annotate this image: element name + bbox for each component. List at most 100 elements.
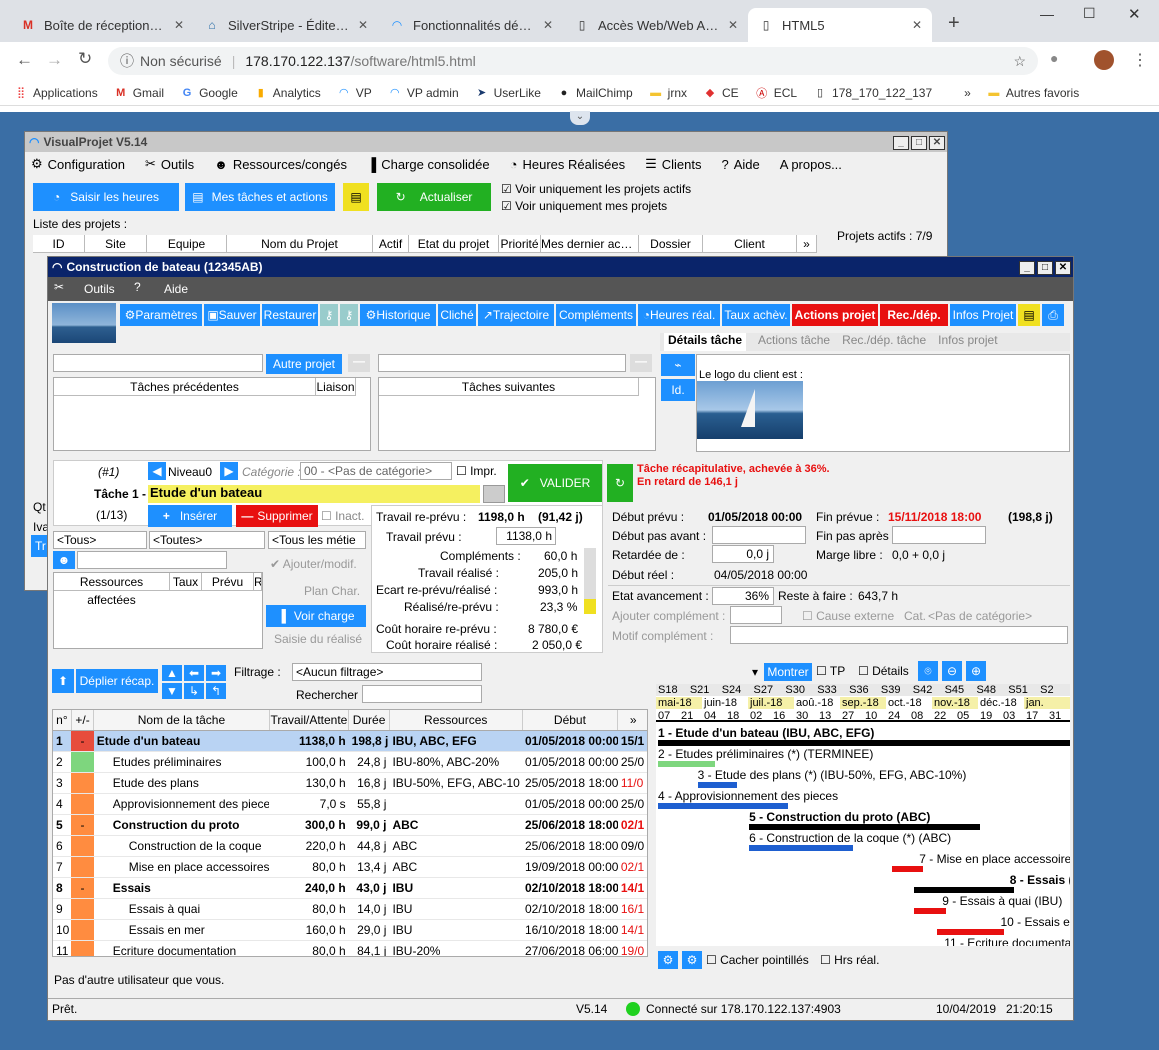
tous-select[interactable]: <Tous> — [53, 531, 147, 549]
gantt-bar[interactable] — [913, 887, 1014, 893]
task-column-header[interactable]: Ressources — [389, 710, 523, 731]
gantt-bar[interactable] — [657, 740, 1070, 746]
attach-icon[interactable]: ⌁ — [661, 354, 695, 376]
minus-icon[interactable]: — — [348, 354, 370, 372]
table-row[interactable]: 2 Etudes préliminaires 100,0 h 24,8 j IBU-80… — [53, 751, 647, 773]
avatar[interactable] — [1094, 50, 1114, 70]
gantt-bar[interactable] — [697, 782, 737, 788]
maximize-button[interactable]: □ — [1037, 261, 1053, 275]
menu-charge[interactable]: ▐ Charge consolidée — [367, 157, 490, 172]
mes-taches-button[interactable]: ▤ Mes tâches et actions — [185, 183, 335, 211]
bookmark-jrnx[interactable]: ▬ jrnx — [649, 86, 687, 100]
gantt-chart[interactable]: S18 S21 S24 S27 S30 S33 S36 S39 S42 S45 S48 S51 S2 m… — [656, 684, 1070, 946]
menu-apropos[interactable]: A propos... — [780, 157, 842, 172]
taches-precedentes-table[interactable]: Tâches précédentes Liaison — [53, 377, 371, 451]
menu-configuration[interactable]: ⚙ Configuration — [31, 156, 125, 172]
new-tab-button[interactable]: + — [948, 12, 960, 35]
forward-icon[interactable]: → — [46, 50, 63, 70]
trajectoire-button[interactable]: ↗ Trajectoire — [478, 304, 554, 326]
settings-icon[interactable]: ⚙ — [658, 951, 678, 969]
close-icon[interactable]: ✕ — [358, 18, 368, 32]
print-icon[interactable]: ⎙ — [1042, 304, 1064, 326]
tp-checkbox[interactable]: ☐ TP — [816, 664, 845, 678]
bookmark-applications[interactable]: ⣿ Applications — [14, 86, 98, 100]
bookmark-vp-admin[interactable]: ◠ VP admin — [388, 86, 459, 100]
task-table[interactable]: n° +/- Nom de la tâche Travail/Attente Durée… — [53, 710, 647, 956]
filtrage-select[interactable]: <Aucun filtrage> — [292, 663, 482, 681]
minus-icon[interactable]: — — [630, 354, 652, 372]
table-row[interactable]: 11 Ecriture documentation 80,0 h 84,1 j IBU-… — [53, 940, 647, 956]
bookmark-mailchimp[interactable]: ● MailChimp — [557, 86, 633, 100]
chk-actifs[interactable]: ☑ Voir uniquement les projets actifs — [501, 182, 691, 196]
cliche-button[interactable]: Cliché — [438, 304, 476, 326]
task-column-header[interactable]: Durée — [348, 710, 390, 731]
gantt-bar[interactable] — [657, 761, 716, 767]
table-row[interactable]: 3 Etude des plans 130,0 h 16,8 j IBU-50%, EF… — [53, 772, 647, 794]
autre-projet-button[interactable]: Autre projet — [266, 354, 342, 374]
complements-button[interactable]: Compléments — [556, 304, 636, 326]
inact-checkbox[interactable]: ☐ Inact. — [321, 509, 364, 523]
task-column-header[interactable]: n° — [53, 710, 72, 731]
col-id[interactable]: ID — [33, 235, 85, 253]
bookmarks-more[interactable]: » — [964, 86, 971, 100]
supprimer-button[interactable]: — Supprimer — [236, 505, 318, 527]
categorie-select[interactable]: 00 - <Pas de catégorie> — [300, 462, 452, 480]
gantt-bar[interactable] — [936, 929, 1005, 935]
bookmark-vp[interactable]: ◠ VP — [337, 86, 372, 100]
infos-projet-button[interactable]: Infos Projet — [950, 304, 1016, 326]
historique-button[interactable]: ⚙ Historique — [360, 304, 436, 326]
menu-ressources[interactable]: ☻ Ressources/congés — [214, 157, 347, 172]
camera-icon[interactable]: ⌾ — [918, 661, 938, 681]
table-row[interactable]: 4 Approvisionnement des pieces 7,0 s 55,8 j… — [53, 793, 647, 815]
zoom-in-icon[interactable]: ⊕ — [966, 661, 986, 681]
close-icon[interactable]: ✕ — [543, 18, 553, 32]
metiers-select[interactable]: <Tous les métie — [268, 531, 366, 549]
id-button[interactable]: Id. — [661, 379, 695, 401]
taches-suivantes-table[interactable]: Tâches suivantes — [378, 377, 656, 451]
cause-externe-checkbox[interactable]: ☐ Cause externe — [802, 609, 894, 623]
inserer-button[interactable]: + Insérer — [148, 505, 232, 527]
refresh-icon[interactable]: ↻ — [607, 464, 633, 502]
gantt-bar[interactable] — [657, 803, 788, 809]
heures-real-button[interactable]: ◔ Heures réal. — [638, 304, 720, 326]
arrow-down-icon[interactable]: ▼ — [162, 683, 182, 699]
arrow-up-icon[interactable]: ▲ — [162, 665, 182, 681]
col-priorite[interactable]: Priorité — [499, 235, 541, 253]
voir-charge-button[interactable]: ▐ Voir charge — [266, 605, 366, 627]
table-row[interactable]: 9 Essais à quai 80,0 h 14,0 j IBU 02/10/2018 … — [53, 898, 647, 920]
browser-tab-gmail[interactable]: M Boîte de réception - vis ✕ — [10, 8, 194, 42]
omnibox[interactable]: ⓘ Non sécurisé | 178.170.122.137 /softwa… — [108, 47, 1038, 75]
gantt-bar[interactable] — [892, 866, 924, 872]
resource-search[interactable] — [77, 551, 227, 569]
bookmark-analytics[interactable]: ▮ Analytics — [254, 86, 321, 100]
travail-prevu-input[interactable]: 1138,0 h — [496, 527, 556, 545]
reload-icon[interactable]: ↻ — [78, 49, 92, 69]
task-column-header[interactable]: Nom de la tâche — [93, 710, 270, 731]
user-icon[interactable]: ☻ — [53, 551, 75, 569]
successor-select[interactable] — [378, 354, 626, 372]
browser-tab-silverstripe[interactable]: ⌂ SilverStripe - Éditer la p ✕ — [194, 8, 378, 42]
close-button[interactable]: ✕ — [929, 136, 945, 150]
col-client[interactable]: Client — [703, 235, 797, 253]
col-actif[interactable]: Actif — [373, 235, 409, 253]
bookmark-ip[interactable]: ▯ 178_170_122_137 — [813, 86, 932, 100]
impr-checkbox[interactable]: ☐ Impr. — [456, 464, 497, 478]
motif-input[interactable] — [730, 626, 1068, 644]
arrow-up-icon[interactable]: ⬆ — [52, 669, 74, 693]
menu-clients[interactable]: ☰ Clients — [645, 156, 701, 172]
rec-dep-button[interactable]: Rec./dép. — [880, 304, 948, 326]
plan-char-button[interactable]: Plan Char. — [304, 584, 360, 598]
arrow-left-icon[interactable]: ⬅ — [184, 665, 204, 681]
cacher-pointilles-checkbox[interactable]: ☐ Cacher pointillés — [706, 953, 809, 967]
deplier-button[interactable]: Déplier récap. — [76, 669, 158, 693]
outdent-icon[interactable]: ↰ — [206, 683, 226, 699]
unlock-icon[interactable]: ⚷ — [340, 304, 358, 326]
gantt-bar[interactable] — [913, 908, 947, 914]
task-column-header[interactable]: Début — [522, 710, 619, 731]
maximize-button[interactable]: ☐ — [1083, 5, 1096, 22]
minimize-button[interactable]: — — [1040, 6, 1054, 22]
ajouter-modif-button[interactable]: ✔ Ajouter/modif. — [270, 557, 357, 571]
browser-tab-acces-web[interactable]: ▯ Accès Web/Web Acces ✕ — [564, 8, 748, 42]
col-equipe[interactable]: Equipe — [147, 235, 227, 253]
table-row[interactable]: 8- Essais 240,0 h 43,0 j IBU 02/10/2018 18:00… — [53, 877, 647, 899]
